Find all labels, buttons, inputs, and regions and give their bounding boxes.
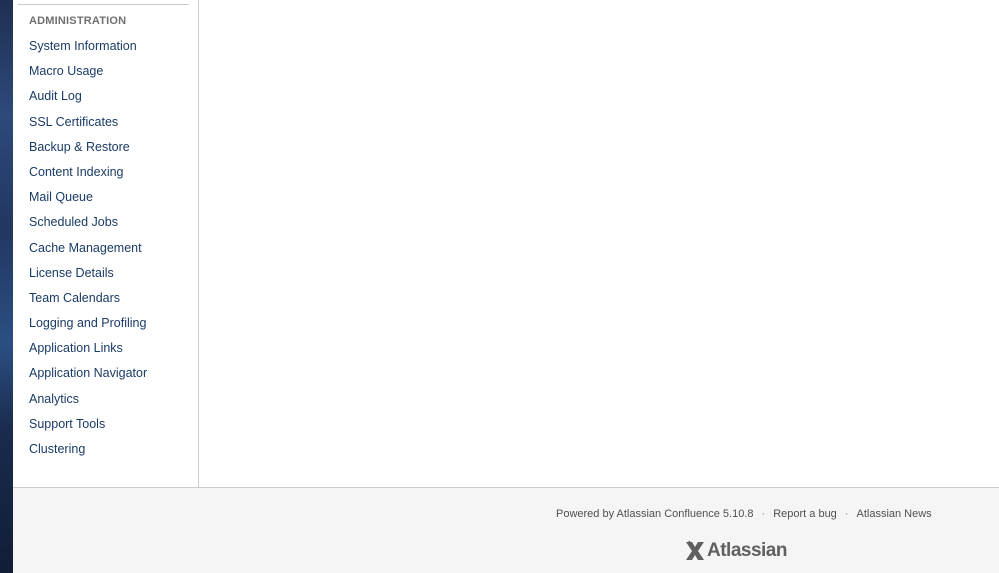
sidebar-item-team-calendars[interactable]: Team Calendars (29, 286, 147, 311)
sidebar-item-scheduled-jobs[interactable]: Scheduled Jobs (29, 210, 147, 235)
sidebar-item-clustering[interactable]: Clustering (29, 437, 147, 462)
atlassian-logo-text: Atlassian (707, 540, 787, 561)
desktop-background-edge (0, 0, 13, 573)
sidebar-item-content-indexing[interactable]: Content Indexing (29, 160, 147, 185)
admin-nav-list: System Information Macro Usage Audit Log… (29, 34, 147, 462)
sidebar-item-analytics[interactable]: Analytics (29, 387, 147, 412)
confluence-admin-page: ADMINISTRATION System Information Macro … (13, 0, 999, 573)
sidebar-item-application-links[interactable]: Application Links (29, 336, 147, 361)
sidebar-item-support-tools[interactable]: Support Tools (29, 412, 147, 437)
atlassian-x-icon (686, 540, 704, 560)
page-footer: Powered by Atlassian Confluence 5.10.8 · R… (13, 487, 999, 573)
powered-by-text: Powered by Atlassian Confluence 5.10.8 (556, 508, 754, 520)
sidebar-item-cache-management[interactable]: Cache Management (29, 236, 147, 261)
atlassian-logo[interactable]: Atlassian (684, 538, 787, 564)
main-content-area (199, 0, 999, 488)
footer-links: Powered by Atlassian Confluence 5.10.8 · R… (556, 508, 932, 520)
sidebar-item-ssl-certificates[interactable]: SSL Certificates (29, 110, 147, 135)
sidebar-item-logging-profiling[interactable]: Logging and Profiling (29, 311, 147, 336)
report-bug-link[interactable]: Report a bug (773, 508, 837, 520)
sidebar-item-mail-queue[interactable]: Mail Queue (29, 185, 147, 210)
footer-separator: · (761, 508, 766, 520)
sidebar-item-license-details[interactable]: License Details (29, 261, 147, 286)
footer-separator: · (844, 508, 849, 520)
sidebar-item-backup-restore[interactable]: Backup & Restore (29, 135, 147, 160)
sidebar-divider (18, 4, 189, 5)
sidebar-item-macro-usage[interactable]: Macro Usage (29, 59, 147, 84)
sidebar-heading: ADMINISTRATION (29, 15, 127, 27)
sidebar-item-application-navigator[interactable]: Application Navigator (29, 361, 147, 386)
atlassian-news-link[interactable]: Atlassian News (856, 508, 931, 520)
sidebar-item-system-information[interactable]: System Information (29, 34, 147, 59)
admin-sidebar: ADMINISTRATION System Information Macro … (13, 0, 199, 488)
sidebar-item-audit-log[interactable]: Audit Log (29, 84, 147, 109)
